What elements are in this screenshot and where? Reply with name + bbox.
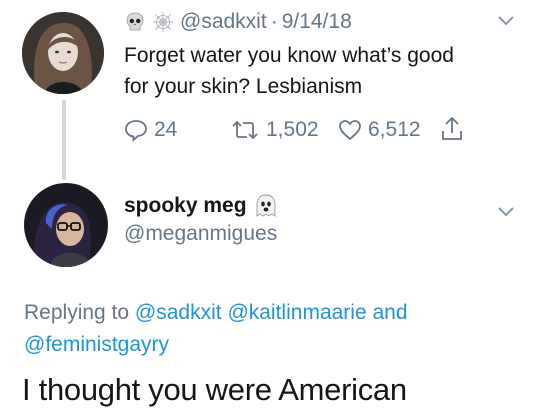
reply-button[interactable]: 24 bbox=[124, 118, 177, 142]
like-button[interactable]: 6,512 bbox=[338, 118, 421, 142]
tweet-handle[interactable]: @sadkxit bbox=[180, 10, 267, 34]
reply-count: 24 bbox=[154, 118, 178, 141]
tweet-text-line: for your skin? Lesbianism bbox=[124, 75, 363, 98]
author-handle[interactable]: @meganmigues bbox=[124, 222, 277, 246]
mention-link[interactable]: @feministgayry bbox=[24, 333, 169, 356]
retweet-icon bbox=[232, 120, 258, 140]
tweet-text-line: Forget water you know what’s good bbox=[124, 44, 454, 67]
tweet-date[interactable]: 9/14/18 bbox=[282, 10, 352, 34]
retweet-button[interactable]: 1,502 bbox=[230, 118, 319, 142]
tweet-header: @sadkxit · 9/14/18 bbox=[124, 8, 352, 36]
like-count: 6,512 bbox=[368, 118, 421, 141]
share-button[interactable] bbox=[440, 116, 470, 142]
mention-link[interactable]: @sadkxit bbox=[135, 301, 222, 324]
mention-link[interactable]: @kaitlinmaarie bbox=[227, 301, 366, 324]
share-icon bbox=[442, 116, 462, 140]
reply-text: I thought you were American bbox=[22, 372, 407, 407]
replying-prefix: Replying to bbox=[24, 301, 130, 324]
display-name[interactable]: spooky meg bbox=[124, 194, 247, 218]
avatar-meganmigues[interactable] bbox=[24, 183, 108, 267]
reply-icon bbox=[125, 120, 147, 142]
retweet-count: 1,502 bbox=[266, 118, 319, 141]
mention-and: and bbox=[372, 301, 408, 324]
ghost-emoji-icon bbox=[253, 193, 279, 219]
spiderweb-emoji-icon bbox=[152, 11, 174, 33]
separator: · bbox=[270, 10, 278, 33]
avatar-sadkxit[interactable] bbox=[22, 12, 104, 94]
tweet-text: Forget water you know what’s good for yo… bbox=[124, 40, 454, 102]
author-row: spooky meg bbox=[124, 193, 279, 219]
like-icon bbox=[339, 120, 361, 141]
chevron-down-icon[interactable] bbox=[497, 14, 515, 32]
replying-to: Replying to @sadkxit @kaitlinmaarie and … bbox=[24, 297, 524, 361]
thread-line bbox=[62, 100, 66, 180]
chevron-down-icon[interactable] bbox=[497, 205, 515, 223]
skull-emoji-icon bbox=[124, 11, 146, 33]
